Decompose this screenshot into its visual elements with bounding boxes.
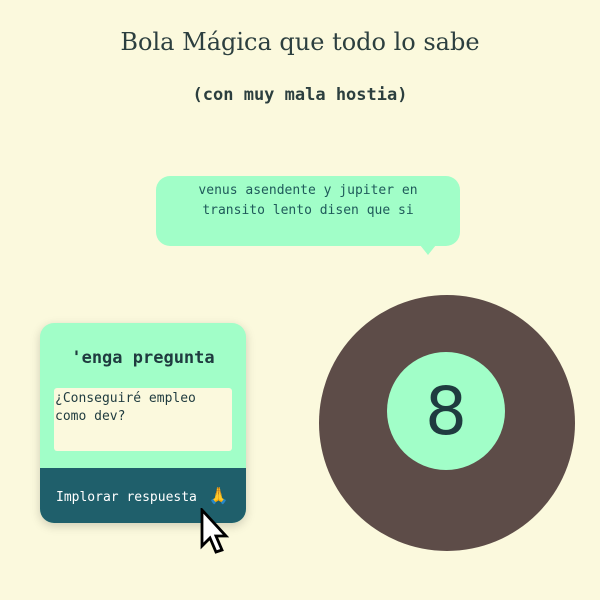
mouse-pointer-icon: [200, 508, 230, 554]
card-title: 'enga pregunta: [71, 348, 215, 368]
ball-number: 8: [425, 372, 467, 450]
implorar-label: Implorar respuesta: [56, 490, 197, 505]
answer-bubble: venus asendente y jupiter en transito le…: [156, 176, 460, 246]
magic-8-ball[interactable]: 8: [319, 295, 575, 551]
question-card: 'enga pregunta ¿Conseguiré empleo como d…: [40, 323, 246, 523]
praying-hands-icon: 🙏: [208, 486, 229, 505]
question-input[interactable]: ¿Conseguiré empleo como dev?: [54, 388, 232, 451]
bubble-tail: [420, 245, 436, 255]
page-subtitle: (con muy mala hostia): [192, 85, 408, 105]
page-title: Bola Mágica que todo lo sabe: [120, 28, 480, 56]
answer-text: venus asendente y jupiter en transito le…: [198, 183, 418, 218]
ball-window: 8: [387, 352, 505, 470]
